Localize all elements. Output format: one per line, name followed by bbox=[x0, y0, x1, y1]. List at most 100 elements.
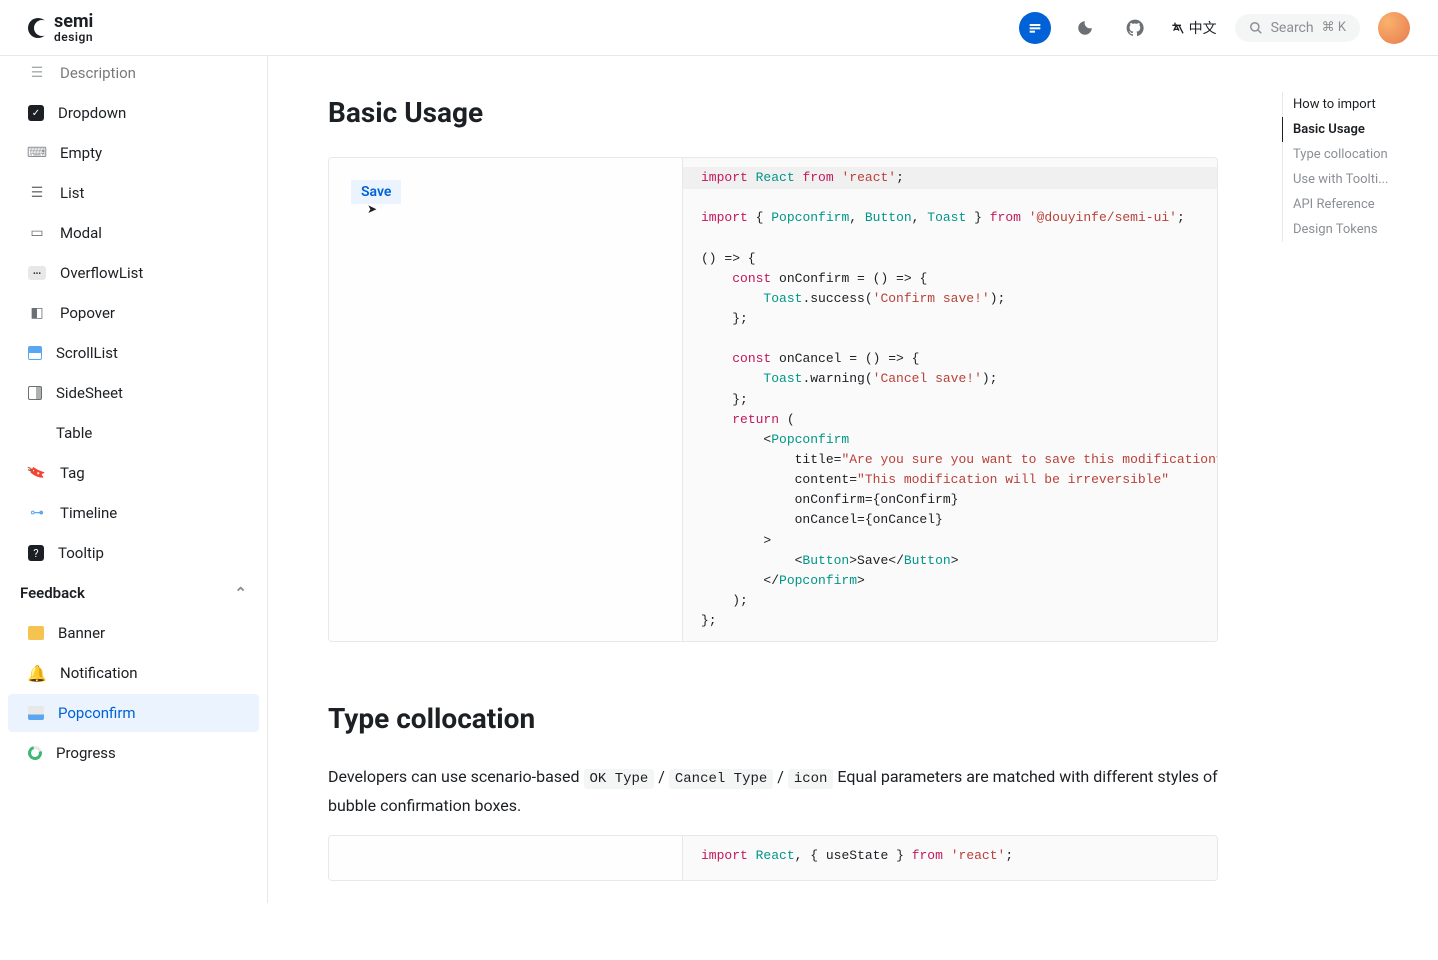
sidebar-group-feedback[interactable]: Feedback ⌃ bbox=[0, 574, 267, 612]
sidebar-item-label: Tag bbox=[60, 464, 85, 482]
code-token: ); bbox=[990, 291, 1006, 306]
code-token: React bbox=[756, 848, 795, 863]
header-right: 中文 Search ⌘ K bbox=[1019, 12, 1410, 44]
community-icon[interactable] bbox=[1019, 12, 1051, 44]
sidebar-item-dropdown[interactable]: ✓ Dropdown bbox=[8, 94, 259, 132]
sidebar-item-sidesheet[interactable]: SideSheet bbox=[8, 374, 259, 412]
sidebar-item-table[interactable]: Table bbox=[8, 414, 259, 452]
code-token: }; bbox=[701, 392, 748, 407]
sidebar-item-label: Popconfirm bbox=[58, 704, 136, 722]
code-token: ; bbox=[1005, 848, 1013, 863]
sidebar-item-notification[interactable]: 🔔 Notification bbox=[8, 654, 259, 692]
sidebar-item-description[interactable]: ☰ Description bbox=[8, 56, 259, 92]
sidebar-item-banner[interactable]: Banner bbox=[8, 614, 259, 652]
sidebar-item-label: Empty bbox=[60, 144, 102, 162]
demo-code-block: import React, { useState } from 'react'; bbox=[683, 836, 1217, 880]
search-button[interactable]: Search ⌘ K bbox=[1235, 14, 1360, 42]
popconfirm-icon bbox=[28, 706, 44, 720]
save-button[interactable]: Save bbox=[351, 180, 401, 204]
code-token: onConfirm = () => { bbox=[771, 271, 927, 286]
code-token: ; bbox=[896, 170, 904, 185]
sidebar-item-tag[interactable]: 🔖 Tag bbox=[8, 454, 259, 492]
code-token: import bbox=[701, 848, 748, 863]
code-token: Toast bbox=[763, 371, 802, 386]
sidebar-item-scrolllist[interactable]: ScrollList bbox=[8, 334, 259, 372]
toc-item-how-to-import[interactable]: How to import bbox=[1282, 92, 1422, 117]
sidebar-item-popconfirm[interactable]: Popconfirm bbox=[8, 694, 259, 732]
code-token: }; bbox=[701, 613, 717, 628]
theme-toggle-icon[interactable] bbox=[1069, 12, 1101, 44]
logo-icon bbox=[28, 18, 48, 38]
code-token: .warning( bbox=[802, 371, 872, 386]
sidebar-item-modal[interactable]: ▭ Modal bbox=[8, 214, 259, 252]
progress-icon bbox=[25, 743, 44, 762]
toc-item-basic-usage[interactable]: Basic Usage bbox=[1282, 117, 1422, 142]
code-token: const bbox=[732, 271, 771, 286]
timeline-icon: ⊶ bbox=[28, 504, 46, 522]
tooltip-icon: ? bbox=[28, 545, 44, 561]
demo-code-block: import React from 'react'; import { Popc… bbox=[683, 158, 1217, 641]
code-token: , bbox=[912, 210, 928, 225]
code-token: onCancel = () => { bbox=[771, 351, 919, 366]
sidebar-item-overflowlist[interactable]: ••• OverflowList bbox=[8, 254, 259, 292]
sidebar-item-progress[interactable]: Progress bbox=[8, 734, 259, 772]
code-token: { bbox=[756, 210, 772, 225]
logo-top: semi bbox=[54, 11, 93, 32]
code-token: } bbox=[888, 848, 911, 863]
code-token: "Are you sure you want to save this modi… bbox=[841, 452, 1217, 467]
tag-icon: 🔖 bbox=[25, 461, 48, 484]
sidebar-item-label: Modal bbox=[60, 224, 102, 242]
code-token: 'Cancel save!' bbox=[873, 371, 982, 386]
sidebar-item-list[interactable]: ☰ List bbox=[8, 174, 259, 212]
logo[interactable]: semi design bbox=[28, 13, 93, 43]
language-switch[interactable]: 中文 bbox=[1169, 18, 1217, 38]
sidebar-item-label: SideSheet bbox=[56, 384, 123, 402]
inline-code-cancel: Cancel Type bbox=[669, 769, 773, 789]
search-shortcut: ⌘ K bbox=[1322, 20, 1346, 35]
sidebar-item-tooltip[interactable]: ? Tooltip bbox=[8, 534, 259, 572]
code-token: Button bbox=[904, 553, 951, 568]
type-collocation-paragraph: Developers can use scenario-based OK Typ… bbox=[328, 763, 1218, 819]
code-token: Button bbox=[802, 553, 849, 568]
code-token: import bbox=[701, 210, 748, 225]
sidebar-item-popover[interactable]: ◧ Popover bbox=[8, 294, 259, 332]
code-token: Save bbox=[857, 553, 888, 568]
list-icon: ☰ bbox=[28, 184, 46, 202]
code-token: } bbox=[966, 210, 982, 225]
code-token: < bbox=[701, 553, 802, 568]
sidebar-item-label: Notification bbox=[60, 664, 138, 682]
text: / bbox=[654, 767, 669, 786]
code-token: from bbox=[990, 210, 1021, 225]
code-token: "This modification will be irreversible" bbox=[857, 472, 1169, 487]
code-token: 'Confirm save!' bbox=[873, 291, 990, 306]
code-token: Popconfirm bbox=[771, 432, 849, 447]
toc-item-type-collocation[interactable]: Type collocation bbox=[1282, 142, 1422, 167]
demo-preview: Save ➤ bbox=[329, 158, 683, 641]
github-icon[interactable] bbox=[1119, 12, 1151, 44]
cursor-icon: ➤ bbox=[367, 202, 377, 216]
search-icon bbox=[1249, 21, 1263, 35]
demo-preview bbox=[329, 836, 683, 880]
search-label: Search bbox=[1271, 20, 1314, 36]
code-token: </ bbox=[701, 573, 779, 588]
code-token: > bbox=[849, 553, 857, 568]
code-token: content= bbox=[701, 472, 857, 487]
sidebar-item-empty[interactable]: ⌨ Empty bbox=[8, 134, 259, 172]
avatar[interactable] bbox=[1378, 12, 1410, 44]
toc-item-api-reference[interactable]: API Reference bbox=[1282, 192, 1422, 217]
sidebar-item-label: Description bbox=[60, 64, 136, 82]
code-token: < bbox=[701, 432, 771, 447]
sidesheet-icon bbox=[28, 386, 42, 400]
toc-item-design-tokens[interactable]: Design Tokens bbox=[1282, 217, 1422, 242]
inline-code-ok: OK Type bbox=[584, 769, 655, 789]
code-token: > bbox=[701, 533, 771, 548]
toc-item-use-with-tooltip[interactable]: Use with Toolti... bbox=[1282, 167, 1422, 192]
code-token: const bbox=[732, 351, 771, 366]
code-token: React bbox=[756, 170, 795, 185]
code-token: onCancel={onCancel} bbox=[701, 512, 943, 527]
code-token: Popconfirm bbox=[771, 210, 849, 225]
notification-icon: 🔔 bbox=[28, 664, 46, 682]
sidebar-item-label: OverflowList bbox=[60, 264, 143, 282]
scroll-icon bbox=[28, 346, 42, 360]
sidebar-item-timeline[interactable]: ⊶ Timeline bbox=[8, 494, 259, 532]
